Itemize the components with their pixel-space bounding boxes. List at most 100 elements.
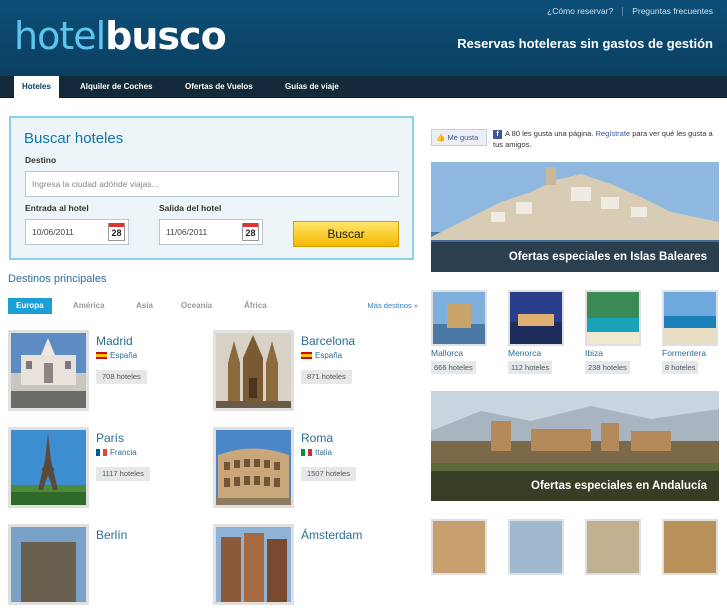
- city-card-madrid[interactable]: Madrid España 708 hoteles: [8, 330, 208, 416]
- spain-flag-icon: [301, 352, 312, 359]
- hotel-count-badge: 871 hoteles: [301, 370, 352, 384]
- destination-menorca[interactable]: Menorca 112 hoteles: [508, 290, 568, 374]
- logo-text-busco: busco: [105, 14, 227, 58]
- destination-thumbnail[interactable]: [662, 519, 722, 599]
- tab-europa[interactable]: Europa: [8, 298, 52, 314]
- destination-photo[interactable]: [508, 519, 564, 575]
- city-card-roma[interactable]: Roma Italia 1507 hoteles: [213, 427, 413, 513]
- destination-name[interactable]: Formentera: [662, 348, 706, 358]
- hotel-count-badge: 1117 hoteles: [96, 467, 150, 481]
- hotel-count-badge: 8 hoteles: [662, 361, 699, 374]
- city-photo[interactable]: [213, 427, 294, 508]
- tab-africa[interactable]: África: [244, 298, 267, 314]
- destination-name[interactable]: Menorca: [508, 348, 541, 358]
- hotel-count-badge: 112 hoteles: [508, 361, 553, 374]
- search-button[interactable]: Buscar: [293, 221, 399, 247]
- city-country: Francia: [110, 448, 137, 457]
- checkin-label: Entrada al hotel: [25, 203, 89, 213]
- checkin-date-field[interactable]: 10/06/2011 28: [25, 219, 129, 245]
- thumbs-up-icon: 👍: [436, 133, 446, 142]
- destination-thumbnail[interactable]: [508, 519, 568, 599]
- site-logo[interactable]: hotelbusco: [14, 14, 227, 58]
- tagline: Reservas hoteleras sin gastos de gestión: [457, 36, 713, 51]
- city-card-paris[interactable]: París Francia 1117 hoteles: [8, 427, 208, 513]
- city-country: Italia: [315, 448, 332, 457]
- main-nav: Hoteles Alquiler de Coches Ofertas de Vu…: [0, 76, 727, 98]
- city-name[interactable]: Roma: [301, 431, 333, 445]
- facebook-like-button[interactable]: 👍 Me gusta: [431, 129, 487, 146]
- city-name[interactable]: Barcelona: [301, 334, 355, 348]
- search-panel: Buscar hoteles Destino Ingresa la ciudad…: [9, 116, 414, 260]
- destination-photo[interactable]: [431, 519, 487, 575]
- top-links: ¿Cómo reservar? Preguntas frecuentes: [547, 6, 713, 17]
- more-destinations-link[interactable]: Más destinos »: [368, 298, 418, 314]
- city-photo[interactable]: [213, 330, 294, 411]
- city-photo[interactable]: [8, 524, 89, 605]
- tab-alquiler-coches[interactable]: Alquiler de Coches: [80, 76, 152, 98]
- checkout-date-field[interactable]: 11/06/2011 28: [159, 219, 263, 245]
- tab-america[interactable]: América: [73, 298, 105, 314]
- destination-name[interactable]: Ibiza: [585, 348, 603, 358]
- city-country: España: [315, 351, 343, 360]
- destination-thumbnail[interactable]: [585, 519, 645, 599]
- destination-ibiza[interactable]: Ibiza 238 hoteles: [585, 290, 645, 374]
- city-photo[interactable]: [213, 524, 294, 605]
- france-flag-icon: [96, 449, 107, 456]
- destination-photo[interactable]: [662, 290, 718, 346]
- faq-link[interactable]: Preguntas frecuentes: [632, 6, 713, 16]
- how-to-book-link[interactable]: ¿Cómo reservar?: [547, 6, 613, 16]
- destination-name[interactable]: Mallorca: [431, 348, 463, 358]
- checkin-date-value: 10/06/2011: [32, 227, 74, 237]
- destination-photo[interactable]: [585, 519, 641, 575]
- region-tabs: Europa América Asia Oceanía África Más d…: [8, 298, 418, 314]
- destination-label: Destino: [25, 155, 57, 165]
- checkout-label: Salida del hotel: [159, 203, 222, 213]
- checkout-date-value: 11/06/2011: [166, 227, 208, 237]
- city-card-berlin[interactable]: Berlín: [8, 524, 208, 610]
- destination-formentera[interactable]: Formentera 8 hoteles: [662, 290, 722, 374]
- destination-photo[interactable]: [662, 519, 718, 575]
- calendar-icon[interactable]: 28: [242, 223, 259, 241]
- city-name[interactable]: Madrid: [96, 334, 133, 348]
- tab-asia[interactable]: Asia: [136, 298, 153, 314]
- destination-photo[interactable]: [585, 290, 641, 346]
- city-photo[interactable]: [8, 330, 89, 411]
- offer-banner-baleares[interactable]: Ofertas especiales en Islas Baleares: [431, 162, 719, 272]
- destination-thumbnail[interactable]: [431, 519, 491, 599]
- destination-mallorca[interactable]: Mallorca 666 hoteles: [431, 290, 491, 374]
- calendar-icon[interactable]: 28: [108, 223, 125, 241]
- city-card-barcelona[interactable]: Barcelona España 871 hoteles: [213, 330, 413, 416]
- hotel-count-badge: 1507 hoteles: [301, 467, 356, 481]
- tab-oceania[interactable]: Oceanía: [181, 298, 212, 314]
- offer-banner-andalucia[interactable]: Ofertas especiales en Andalucía: [431, 391, 719, 501]
- tab-ofertas-vuelos[interactable]: Ofertas de Vuelos: [185, 76, 253, 98]
- city-name[interactable]: París: [96, 431, 124, 445]
- hotel-count-badge: 708 hoteles: [96, 370, 147, 384]
- search-title: Buscar hoteles: [24, 130, 124, 147]
- city-name[interactable]: Berlín: [96, 528, 127, 542]
- hotel-count-badge: 238 hoteles: [585, 361, 630, 374]
- city-name[interactable]: Ámsterdam: [301, 528, 362, 542]
- city-country: España: [110, 351, 138, 360]
- destination-photo[interactable]: [508, 290, 564, 346]
- spain-flag-icon: [96, 352, 107, 359]
- logo-text-hotel: hotel: [14, 14, 106, 58]
- city-card-amsterdam[interactable]: Ámsterdam: [213, 524, 413, 610]
- divider: [622, 7, 624, 17]
- city-photo[interactable]: [8, 427, 89, 508]
- like-count-text: A 80 les gusta una página.: [505, 129, 594, 138]
- hotel-count-badge: 666 hoteles: [431, 361, 476, 374]
- like-label: Me gusta: [447, 133, 479, 142]
- destination-photo[interactable]: [431, 290, 487, 346]
- site-header: hotelbusco ¿Cómo reservar? Preguntas frec…: [0, 0, 727, 76]
- facebook-like-widget: 👍 Me gusta fA 80 les gusta una página. R…: [431, 128, 721, 152]
- destination-input[interactable]: Ingresa la ciudad adónde viajas...: [25, 171, 399, 197]
- banner-caption: Ofertas especiales en Andalucía: [431, 471, 719, 501]
- italy-flag-icon: [301, 449, 312, 456]
- register-link[interactable]: Regístrate: [596, 129, 631, 138]
- tab-guias-viaje[interactable]: Guías de viaje: [285, 76, 339, 98]
- destinations-title: Destinos principales: [8, 273, 107, 285]
- banner-caption: Ofertas especiales en Islas Baleares: [431, 242, 719, 272]
- tab-hoteles[interactable]: Hoteles: [14, 76, 59, 98]
- facebook-icon: f: [493, 130, 502, 139]
